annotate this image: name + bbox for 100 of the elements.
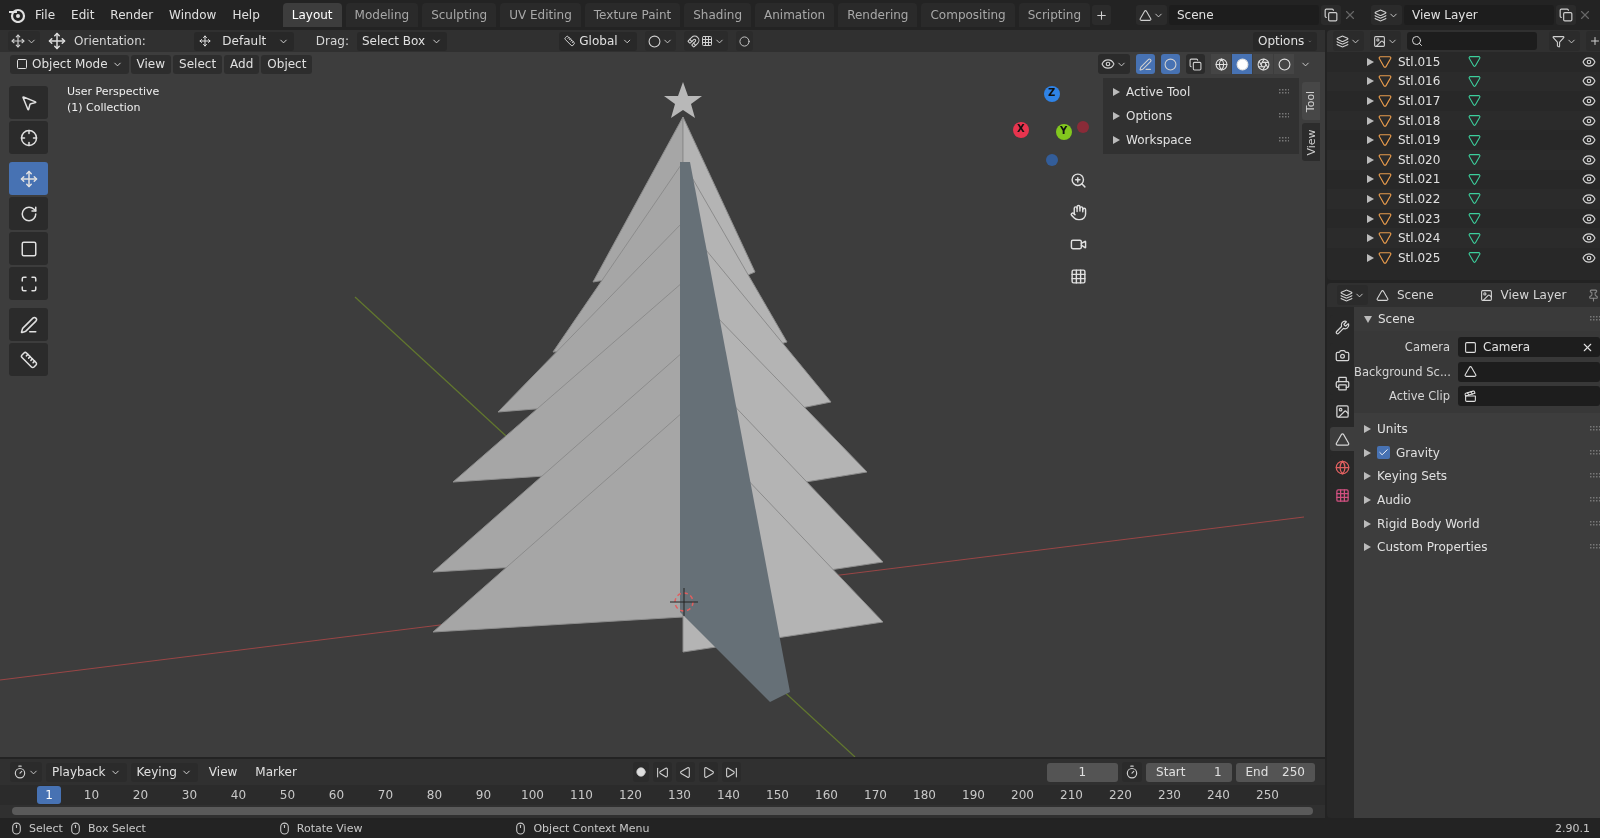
expand-arrow-icon[interactable] bbox=[1113, 88, 1120, 96]
editor-type-button[interactable] bbox=[1337, 285, 1368, 305]
timer-button[interactable] bbox=[1122, 762, 1143, 782]
eye-icon[interactable] bbox=[1582, 250, 1596, 265]
expand-arrow-icon[interactable] bbox=[1367, 57, 1374, 66]
eye-icon[interactable] bbox=[1582, 54, 1596, 69]
menu-item[interactable]: Render bbox=[103, 5, 161, 25]
menu-item[interactable]: Object bbox=[261, 54, 313, 74]
workspace-tab[interactable]: Shading bbox=[684, 3, 751, 27]
drag-handle-icon[interactable] bbox=[1279, 89, 1289, 95]
drag-handle-icon[interactable] bbox=[1590, 520, 1600, 527]
tool-button[interactable] bbox=[9, 197, 48, 230]
panel-header[interactable]: Options bbox=[1103, 104, 1299, 128]
workspace-tab[interactable]: Rendering bbox=[838, 3, 918, 27]
drag-dropdown[interactable]: Select Box bbox=[357, 31, 447, 51]
keying-dropdown[interactable]: Keying bbox=[130, 762, 198, 782]
orientation-dropdown[interactable]: Default bbox=[193, 31, 294, 51]
tool-button[interactable] bbox=[9, 86, 48, 119]
copy-button[interactable] bbox=[1321, 5, 1341, 25]
object-field[interactable]: Camera bbox=[1458, 337, 1600, 358]
menu-item[interactable]: Add bbox=[224, 54, 260, 74]
display-mode-button[interactable] bbox=[1333, 31, 1364, 51]
tool-button[interactable] bbox=[9, 232, 48, 265]
object-field[interactable] bbox=[1458, 386, 1600, 407]
transform-orientation-dropdown[interactable]: Global bbox=[559, 31, 637, 51]
panel-header[interactable]: Custom Properties bbox=[1354, 535, 1600, 560]
drag-handle-icon[interactable] bbox=[1590, 426, 1600, 433]
expand-arrow-icon[interactable] bbox=[1367, 155, 1374, 164]
eye-icon[interactable] bbox=[1582, 133, 1596, 148]
scene-type-button[interactable] bbox=[1136, 5, 1167, 25]
search-field[interactable] bbox=[1407, 32, 1537, 50]
menu-item[interactable]: Marker bbox=[248, 762, 304, 782]
record-button[interactable] bbox=[633, 762, 650, 782]
object-field[interactable] bbox=[1458, 361, 1600, 382]
eye-icon[interactable] bbox=[1582, 152, 1596, 167]
workspace-tab[interactable]: Animation bbox=[755, 3, 835, 27]
menu-item[interactable]: Help bbox=[225, 5, 267, 25]
drag-handle-icon[interactable] bbox=[1590, 497, 1600, 504]
workspace-tab[interactable]: Scripting bbox=[1018, 3, 1091, 27]
new-collection-button[interactable] bbox=[1586, 31, 1600, 51]
grid-icon[interactable] bbox=[1069, 267, 1087, 285]
expand-arrow-icon[interactable] bbox=[1113, 112, 1120, 120]
eye-icon[interactable] bbox=[1582, 74, 1596, 89]
menu-item[interactable]: View bbox=[201, 762, 245, 782]
copy-button[interactable] bbox=[1556, 5, 1576, 25]
expand-arrow-icon[interactable] bbox=[1364, 448, 1371, 457]
view-layer-button[interactable] bbox=[1370, 31, 1401, 51]
eye-icon[interactable] bbox=[1582, 113, 1596, 128]
drag-handle-icon[interactable] bbox=[1279, 113, 1289, 119]
editor-type-button[interactable] bbox=[10, 762, 42, 782]
menu-item[interactable]: File bbox=[28, 5, 63, 25]
expand-arrow-icon[interactable] bbox=[1367, 253, 1374, 262]
workspace-tab[interactable]: Layout bbox=[282, 3, 342, 27]
shading-button[interactable] bbox=[1253, 54, 1273, 74]
expand-arrow-icon[interactable] bbox=[1364, 425, 1371, 434]
panel-header[interactable]: Rigid Body World bbox=[1354, 511, 1600, 536]
collapse-arrow-icon[interactable] bbox=[1364, 315, 1372, 323]
panel-header[interactable]: Active Tool bbox=[1103, 80, 1299, 104]
drag-handle-icon[interactable] bbox=[1590, 449, 1600, 456]
eye-icon[interactable] bbox=[1582, 172, 1596, 187]
menu-item[interactable]: View bbox=[130, 54, 172, 74]
drag-handle-icon[interactable] bbox=[1590, 544, 1600, 551]
expand-arrow-icon[interactable] bbox=[1367, 214, 1374, 223]
pivot-button[interactable] bbox=[645, 31, 676, 51]
panel-header[interactable]: Keying Sets bbox=[1354, 464, 1600, 489]
expand-arrow-icon[interactable] bbox=[1367, 116, 1374, 125]
filter-button[interactable] bbox=[1549, 31, 1580, 51]
blender-logo-icon[interactable] bbox=[8, 7, 26, 23]
xray-button[interactable] bbox=[1186, 54, 1205, 74]
options-dropdown[interactable]: Options bbox=[1253, 31, 1317, 51]
snap-button[interactable] bbox=[684, 31, 728, 51]
workspace-tab[interactable]: Sculpting bbox=[422, 3, 497, 27]
checkbox[interactable] bbox=[1377, 446, 1390, 460]
proportional-edit-button[interactable] bbox=[736, 31, 753, 51]
workspace-tab[interactable]: UV Editing bbox=[500, 3, 581, 27]
drag-handle-icon[interactable] bbox=[1590, 316, 1600, 322]
shading-button[interactable] bbox=[1232, 54, 1252, 74]
play-reverse-button[interactable] bbox=[676, 762, 696, 782]
eye-icon[interactable] bbox=[1582, 94, 1596, 108]
expand-arrow-icon[interactable] bbox=[1367, 77, 1374, 86]
properties-tab[interactable] bbox=[1330, 427, 1354, 451]
shading-button[interactable] bbox=[1274, 54, 1294, 74]
expand-arrow-icon[interactable] bbox=[1367, 136, 1374, 145]
scene-field[interactable]: Scene bbox=[1169, 5, 1319, 25]
menu-item[interactable]: Select bbox=[173, 54, 223, 74]
end-frame-field[interactable]: End 250 bbox=[1235, 762, 1315, 782]
expand-arrow-icon[interactable] bbox=[1364, 519, 1371, 528]
drag-handle-icon[interactable] bbox=[1279, 137, 1289, 143]
workspace-tab[interactable]: Modeling bbox=[345, 3, 419, 27]
zoom-icon[interactable] bbox=[1069, 171, 1087, 189]
menu-item[interactable]: Window bbox=[162, 5, 224, 25]
expand-arrow-icon[interactable] bbox=[1364, 472, 1371, 481]
eye-icon[interactable] bbox=[1582, 191, 1596, 206]
jump-start-button[interactable] bbox=[653, 762, 673, 782]
panel-header[interactable]: Gravity bbox=[1354, 441, 1600, 465]
view-layer-field[interactable]: View Layer bbox=[1404, 5, 1554, 25]
play-button[interactable] bbox=[699, 762, 719, 782]
add-workspace-button[interactable] bbox=[1092, 5, 1112, 25]
current-frame-marker[interactable]: 1 bbox=[37, 786, 61, 804]
expand-arrow-icon[interactable] bbox=[1113, 136, 1120, 144]
